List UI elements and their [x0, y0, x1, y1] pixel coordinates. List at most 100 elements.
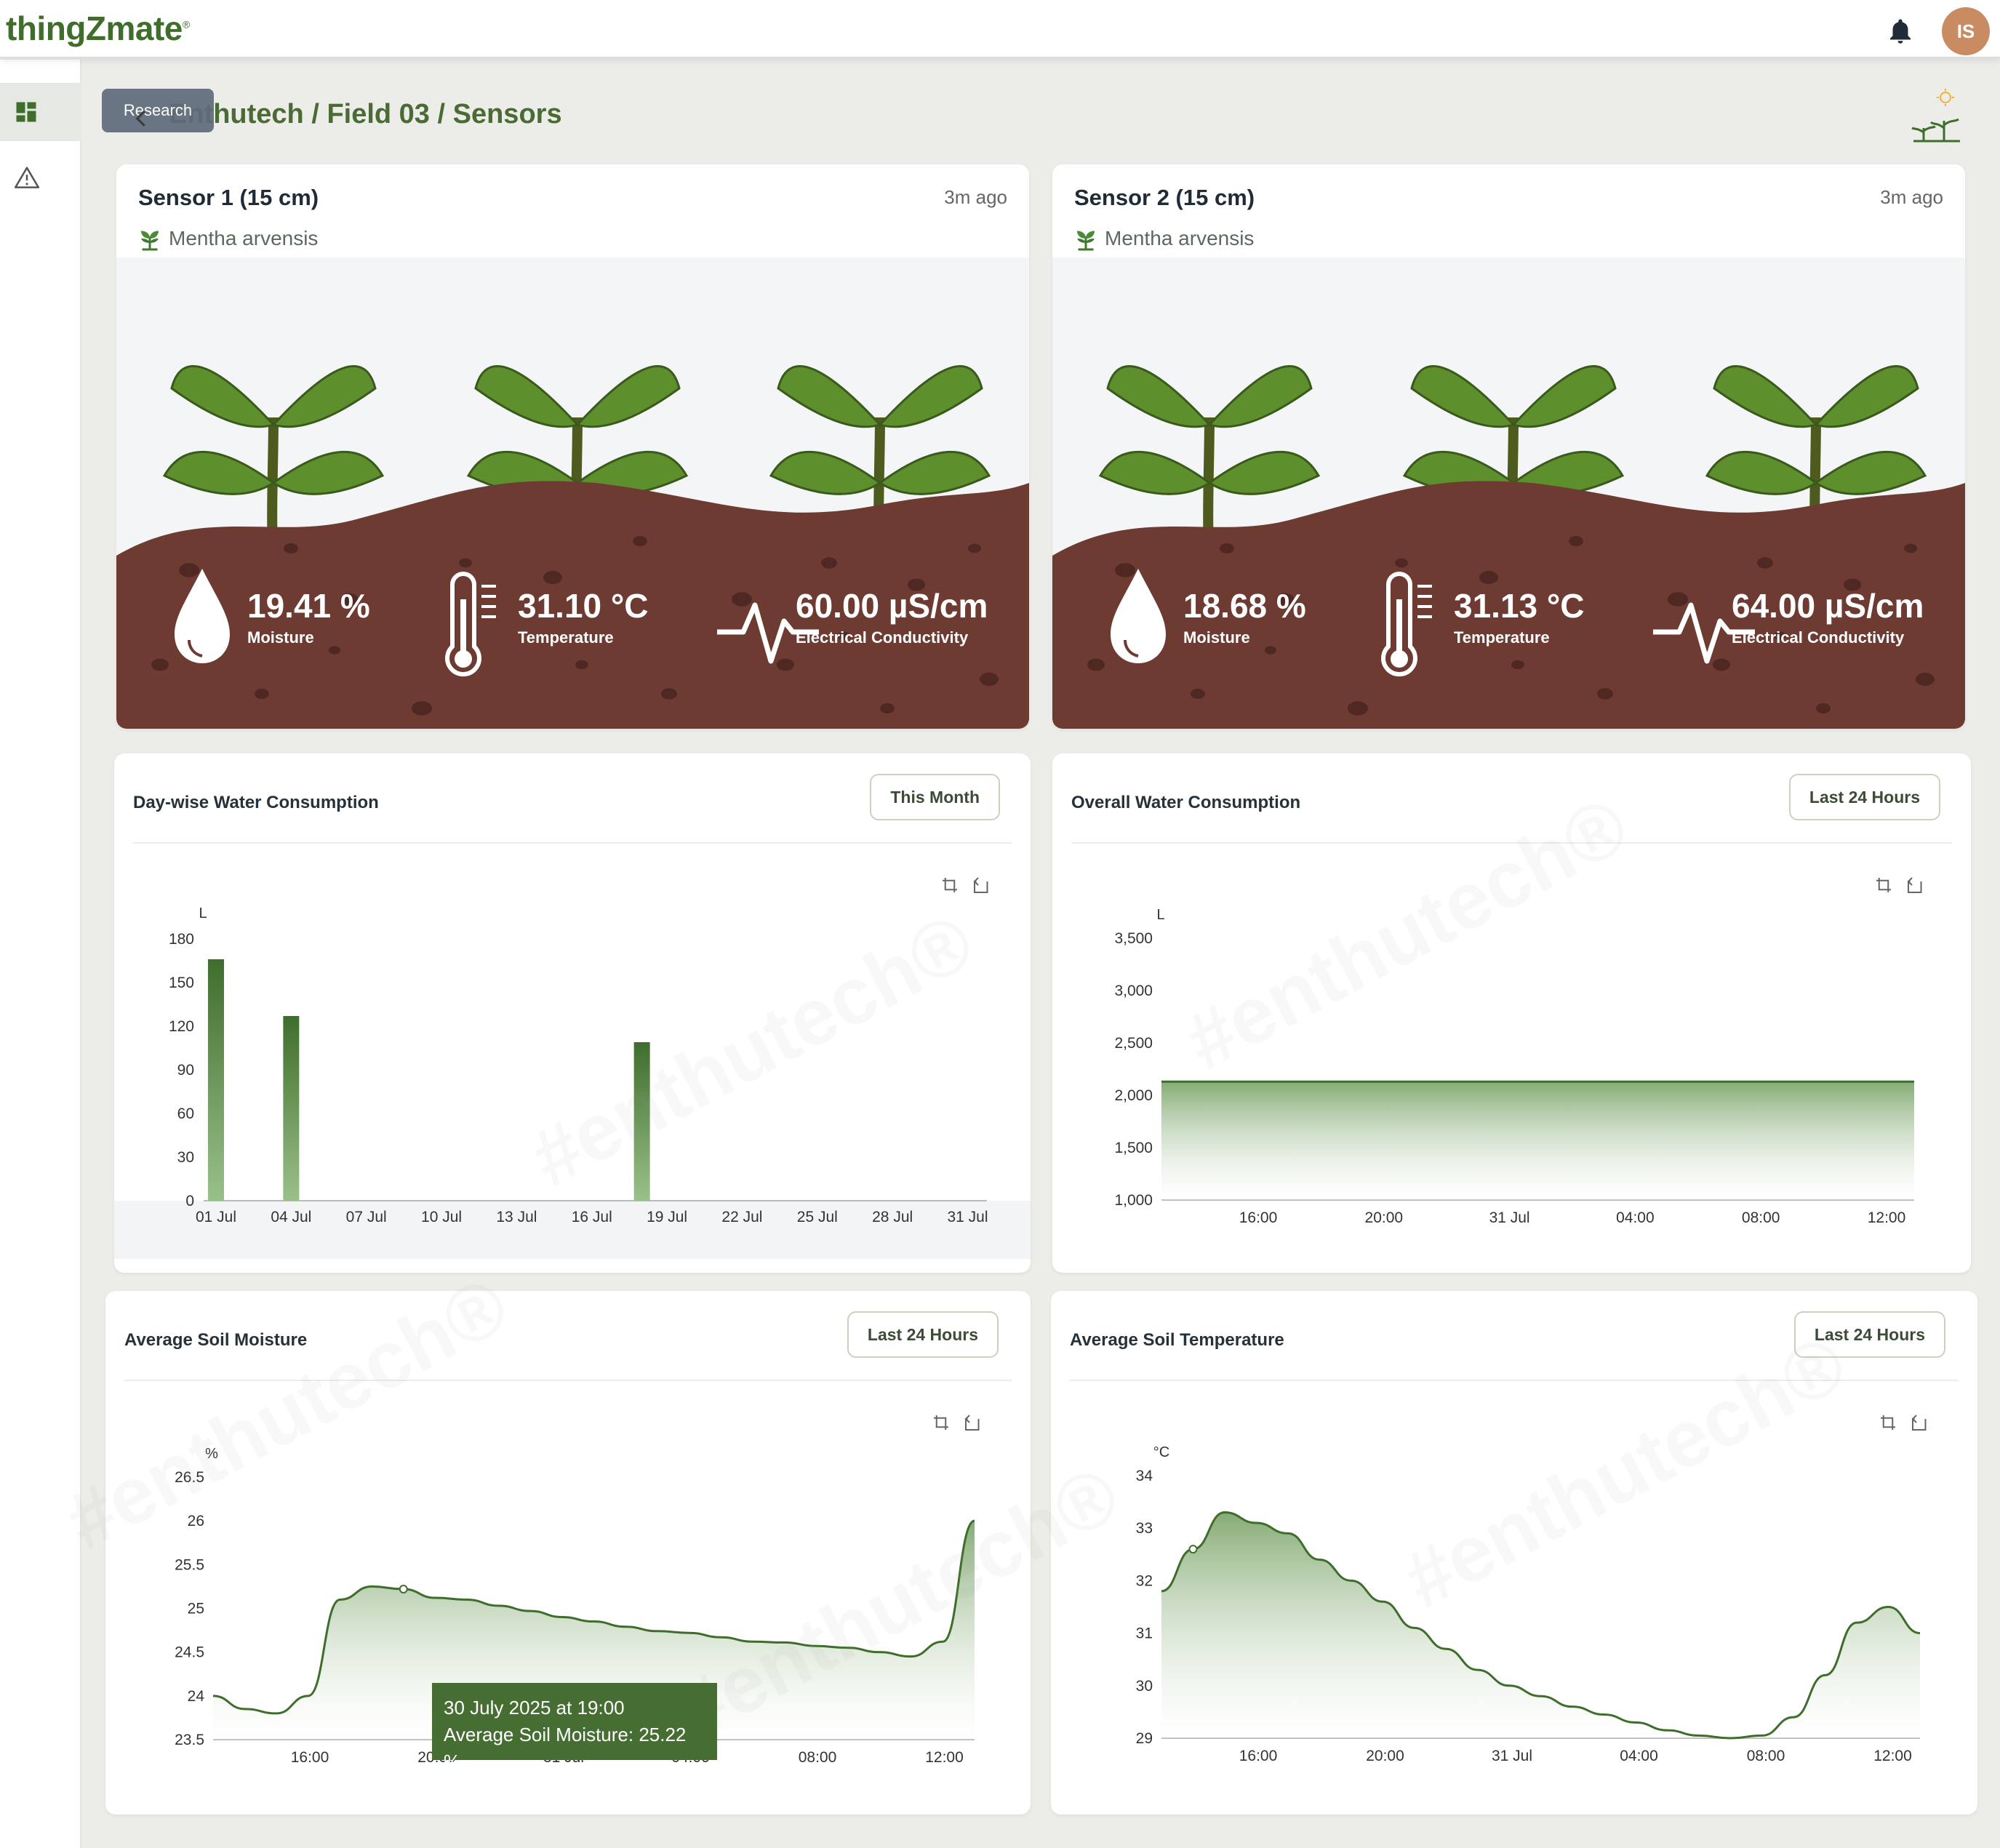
x-tick-label: 07 Jul — [346, 1209, 387, 1225]
y-tick-label: 31 — [1136, 1625, 1153, 1642]
moisture-metric: 19.41 % Moisture — [247, 587, 370, 647]
breadcrumb: Enthutech / Field 03 / Sensors — [169, 99, 562, 129]
sidebar — [0, 60, 81, 1848]
y-tick-label: 24.5 — [175, 1644, 204, 1661]
soil-temperature-card: Average Soil Temperature Last 24 Hours °… — [1051, 1291, 1977, 1815]
ec-metric: 64.00 µS/cm Electrical Conductivity — [1732, 587, 1924, 647]
back-arrow-icon[interactable] — [131, 108, 153, 129]
y-tick-label: 23.5 — [175, 1732, 204, 1748]
moisture-metric: 18.68 % Moisture — [1183, 587, 1306, 647]
tooltip-value: Average Soil Moisture: 25.22 % — [444, 1724, 687, 1772]
y-tick-label: 29 — [1136, 1730, 1153, 1747]
y-tick-label: 26 — [188, 1513, 204, 1529]
ec-metric: 60.00 µS/cm Electrical Conductivity — [796, 587, 988, 647]
soil-temperature-chart: °C 29 30 31 32 33 34 16:00 20:00 31 Jul 04:00 08:00… — [1136, 1444, 1921, 1764]
x-tick-label: 04:00 — [1620, 1748, 1658, 1764]
x-tick-label: 12:00 — [925, 1749, 964, 1766]
y-tick-label: 25 — [188, 1601, 204, 1617]
app-logo[interactable]: thingZmate® — [6, 9, 190, 48]
x-tick-label: 04 Jul — [271, 1209, 311, 1225]
x-tick-label: 22 Jul — [721, 1209, 762, 1225]
bar-04-Jul[interactable] — [283, 1016, 300, 1201]
crop-plant-icon — [141, 231, 159, 251]
x-tick-label: 28 Jul — [872, 1209, 913, 1225]
y-tick-label: 32 — [1136, 1572, 1153, 1589]
dashboard-icon — [16, 102, 36, 122]
hover-point-marker[interactable] — [1188, 1545, 1198, 1554]
x-tick-label: 16 Jul — [572, 1209, 612, 1225]
y-tick-label: 34 — [1136, 1468, 1153, 1484]
sensor-card-2[interactable]: Sensor 2 (15 cm) 3m ago Mentha arvensis … — [1052, 164, 1965, 729]
daywise-bar-chart: L 0 30 60 90 120 150 180 01 Jul 04 Jul 07 Jul 10 Ju… — [114, 905, 1031, 1259]
research-chip[interactable]: Research — [102, 89, 214, 132]
y-tick-label: 30 — [1136, 1678, 1153, 1695]
x-tick-label: 31 Jul — [1489, 1209, 1530, 1226]
area-fill — [1161, 1081, 1914, 1200]
temperature-metric: 31.13 °C Temperature — [1454, 587, 1585, 647]
tooltip-date: 30 July 2025 at 19:00 — [444, 1697, 625, 1719]
x-tick-label: 13 Jul — [496, 1209, 537, 1225]
field-scene-illustration — [116, 257, 1029, 729]
y-tick-label: 2,500 — [1114, 1035, 1153, 1052]
x-tick-label: 10 Jul — [421, 1209, 462, 1225]
y-tick-label: 0 — [185, 1193, 194, 1209]
hover-point-marker[interactable] — [399, 1585, 408, 1594]
x-tick-label: 31 Jul — [1492, 1748, 1532, 1764]
x-tick-label: 25 Jul — [797, 1209, 838, 1225]
sensor-title: Sensor 1 (15 cm) — [138, 185, 319, 210]
x-tick-label: 04:00 — [1616, 1209, 1655, 1226]
overall-area-chart: L 1,000 1,500 2,000 2,500 3,000 3,500 16:00 20:0… — [1114, 907, 1915, 1226]
sensor-updated-time: 3m ago — [944, 186, 1007, 208]
x-tick-label: 16:00 — [291, 1749, 329, 1766]
sidebar-item-dashboard[interactable] — [0, 83, 81, 141]
chart-tooltip: 30 July 2025 at 19:00 Average Soil Moist… — [432, 1683, 717, 1772]
crop-name: Mentha arvensis — [1105, 227, 1255, 249]
x-tick-label: 20:00 — [1366, 1748, 1404, 1764]
y-tick-label: 180 — [169, 931, 194, 948]
y-tick-label: 26.5 — [175, 1469, 204, 1486]
x-tick-label: 19 Jul — [647, 1209, 687, 1225]
sensor-title: Sensor 2 (15 cm) — [1074, 185, 1255, 210]
bar-18-Jul[interactable] — [633, 1042, 650, 1201]
x-tick-label: 12:00 — [1873, 1748, 1912, 1764]
y-tick-label: 3,000 — [1114, 983, 1153, 999]
y-tick-label: 60 — [177, 1105, 194, 1122]
y-unit-label: L — [199, 905, 207, 921]
x-tick-label: 08:00 — [1742, 1209, 1780, 1226]
y-tick-label: 3,500 — [1114, 930, 1153, 947]
y-tick-label: 33 — [1136, 1520, 1153, 1537]
y-tick-label: 30 — [177, 1149, 194, 1166]
daywise-water-card: Day-wise Water Consumption This Month L0… — [114, 753, 1031, 1273]
x-tick-label: 16:00 — [1239, 1209, 1278, 1226]
x-tick-label: 12:00 — [1868, 1209, 1906, 1226]
y-tick-label: 90 — [177, 1062, 194, 1079]
y-tick-label: 25.5 — [175, 1556, 204, 1573]
temperature-metric: 31.10 °C Temperature — [518, 587, 649, 647]
crop-plant-icon — [1077, 231, 1095, 251]
y-unit-label: L — [1156, 907, 1164, 923]
field-scene-illustration — [1052, 257, 1965, 729]
sidebar-item-alerts[interactable] — [0, 148, 81, 207]
x-tick-label: 01 Jul — [196, 1209, 236, 1225]
y-tick-label: 24 — [188, 1688, 205, 1705]
overall-water-card: Overall Water Consumption Last 24 Hours … — [1052, 753, 1971, 1273]
y-tick-label: 2,000 — [1114, 1087, 1153, 1104]
y-unit-label: % — [205, 1446, 218, 1462]
notification-bell-icon[interactable] — [1885, 16, 1916, 48]
warning-icon — [14, 167, 40, 188]
y-unit-label: °C — [1153, 1444, 1169, 1460]
y-tick-label: 150 — [169, 975, 194, 991]
crop-name: Mentha arvensis — [169, 227, 319, 249]
x-tick-label: 16:00 — [1239, 1748, 1278, 1764]
sensor-card-1[interactable]: Sensor 1 (15 cm) 3m ago Mentha arvensis … — [116, 164, 1029, 729]
y-tick-label: 120 — [169, 1018, 194, 1035]
bar-01-Jul[interactable] — [208, 959, 224, 1201]
x-tick-label: 31 Jul — [947, 1209, 988, 1225]
x-tick-label: 08:00 — [799, 1749, 837, 1766]
x-tick-label: 20:00 — [1365, 1209, 1404, 1226]
y-tick-label: 1,000 — [1114, 1192, 1153, 1209]
plant-sun-icon — [1911, 89, 1960, 143]
top-bar: thingZmate® IS — [0, 0, 2000, 58]
sensor-updated-time: 3m ago — [1880, 186, 1943, 208]
user-avatar[interactable]: IS — [1942, 7, 1990, 55]
